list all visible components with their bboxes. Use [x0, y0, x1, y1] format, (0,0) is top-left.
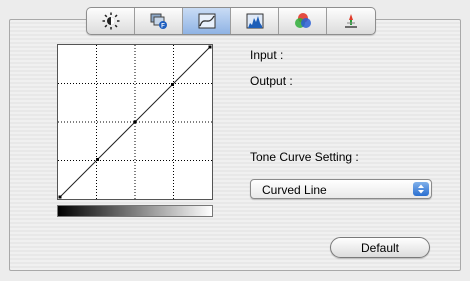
- curve-control-point[interactable]: [58, 195, 62, 199]
- default-button[interactable]: Default: [330, 237, 430, 258]
- preview-icon: F: [150, 13, 167, 30]
- curve-control-point[interactable]: [96, 158, 99, 161]
- output-label: Output :: [250, 74, 293, 88]
- tab-histogram[interactable]: [231, 8, 279, 34]
- tab-color-balance[interactable]: [279, 8, 327, 34]
- tab-color-picker[interactable]: [327, 8, 375, 34]
- histogram-icon: [246, 13, 263, 29]
- tab-brightness[interactable]: [87, 8, 135, 34]
- tone-curve-select[interactable]: Curved Line: [250, 179, 432, 199]
- brightness-icon: [102, 12, 119, 30]
- up-down-arrows-icon: [413, 182, 429, 196]
- tone-curve-graph[interactable]: [57, 44, 213, 200]
- curve-control-point[interactable]: [171, 83, 174, 86]
- tab-preview[interactable]: F: [135, 8, 183, 34]
- input-label: Input :: [250, 48, 284, 62]
- tab-tone-curve[interactable]: [183, 8, 231, 34]
- tone-curve-plot[interactable]: [58, 45, 212, 199]
- tool-tabbar: F: [86, 7, 376, 35]
- curve-control-point[interactable]: [133, 120, 137, 124]
- tone-curve-icon: [198, 13, 215, 29]
- svg-text:F: F: [161, 24, 165, 30]
- color-balance-icon: [294, 13, 311, 28]
- gradient-bar: [57, 205, 213, 217]
- tone-curve-select-value: Curved Line: [262, 183, 327, 197]
- color-picker-icon: [345, 14, 357, 28]
- tone-curve-setting-label: Tone Curve Setting :: [250, 150, 359, 164]
- curve-control-point[interactable]: [208, 45, 212, 49]
